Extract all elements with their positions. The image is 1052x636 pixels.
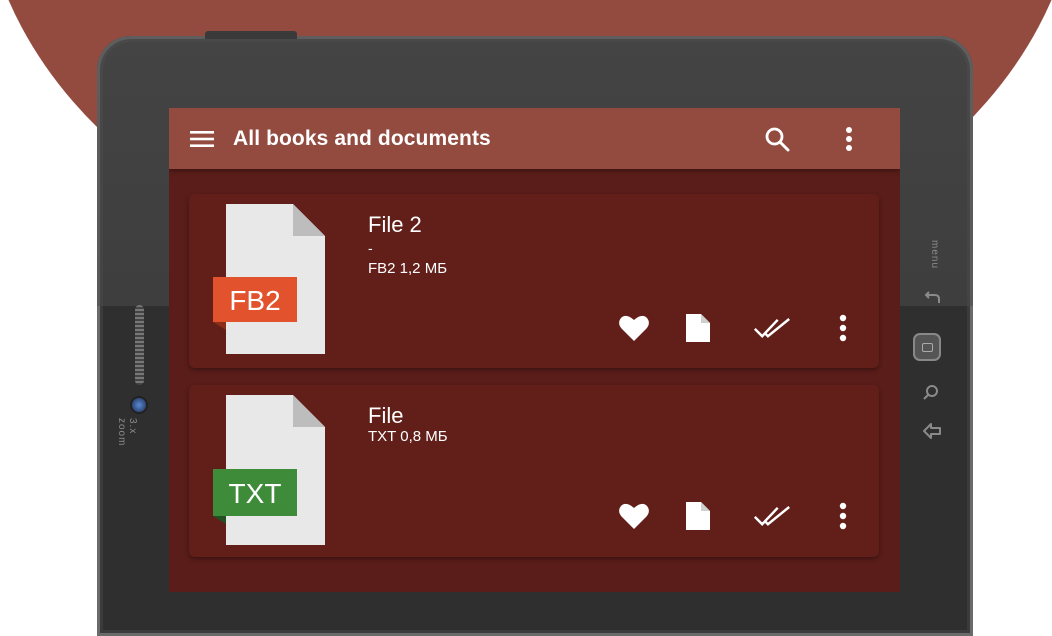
done-all-icon[interactable] [754,310,790,346]
favorite-icon[interactable] [616,310,652,346]
txt-file-icon: TXT [213,395,325,545]
power-button [205,31,297,39]
app-screen: All books and documents FB2 File 2 - FB2… [169,108,900,592]
file-type-badge: FB2 [229,285,280,316]
search-icon[interactable] [761,123,793,155]
file-name: File [368,403,404,428]
camera-lens [132,398,146,412]
more-vert-icon[interactable] [825,498,861,534]
device-brand-label: 3.x zoom [116,418,138,447]
hamburger-menu-icon[interactable] [187,124,217,154]
file-type-badge: TXT [229,478,282,509]
file-meta: FB2 1,2 МБ [368,260,448,277]
more-vert-icon[interactable] [833,123,865,155]
favorite-icon[interactable] [616,498,652,534]
fb2-file-icon: FB2 [213,204,325,354]
speaker-grille [135,305,144,385]
back-arrow-key-icon[interactable] [921,420,943,447]
more-vert-icon[interactable] [825,310,861,346]
file-author: - [368,240,373,256]
back-key-icon[interactable] [923,288,943,313]
search-key-icon[interactable] [921,382,941,407]
list-item[interactable]: TXT File TXT 0,8 МБ [189,385,879,557]
device-menu-label: menu [929,240,940,270]
document-icon[interactable] [680,310,716,346]
list-item[interactable]: FB2 File 2 - FB2 1,2 МБ [189,194,879,368]
file-meta: TXT 0,8 МБ [368,428,448,445]
home-key[interactable] [913,333,941,361]
file-name: File 2 [368,212,422,237]
app-bar: All books and documents [169,108,900,169]
document-icon[interactable] [680,498,716,534]
page-title: All books and documents [233,126,491,150]
done-all-icon[interactable] [754,498,790,534]
